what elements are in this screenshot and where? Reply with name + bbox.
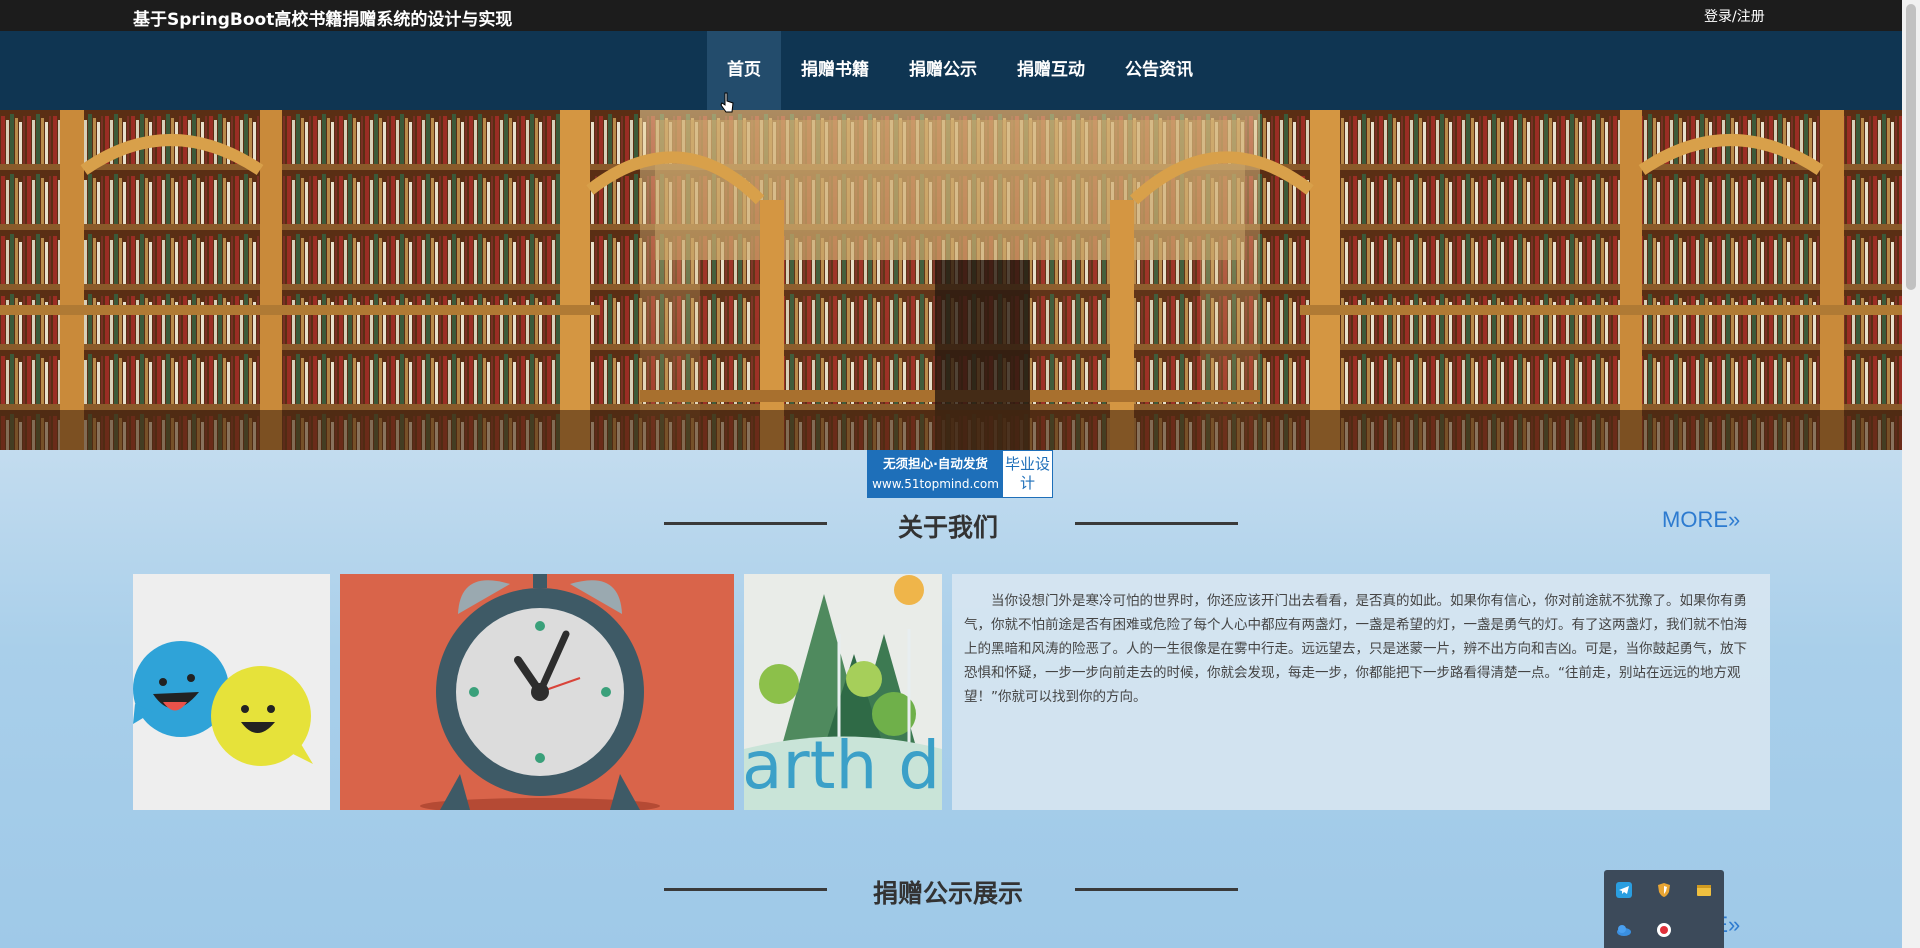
page-scrollbar[interactable]: [1902, 0, 1920, 948]
banner-carousel[interactable]: [0, 110, 1902, 450]
window-icon[interactable]: [1696, 882, 1712, 898]
watermark-line1: 无须担心·自动发货: [883, 456, 988, 471]
top-bar: 基于SpringBoot高校书籍捐赠系统的设计与实现 登录/注册: [0, 0, 1902, 31]
alarm-clock-illustration: [340, 574, 734, 810]
telegram-icon[interactable]: [1616, 882, 1632, 898]
login-register-link[interactable]: 登录/注册: [1704, 6, 1765, 26]
earth-day-text: arth da: [744, 727, 942, 804]
cloud-icon[interactable]: [1616, 922, 1632, 938]
about-description: 当你设想门外是寒冷可怕的世界时，你还应该开门出去看看，是否真的如此。如果你有信心…: [952, 574, 1770, 810]
system-tray-popup: [1604, 870, 1724, 948]
section-divider-left: [664, 522, 827, 525]
library-banner-image: [0, 110, 1902, 450]
watermark-badge: 无须担心·自动发货 www.51topmind.com 毕业设计: [867, 450, 1053, 498]
nav-item-announcements[interactable]: 公告资讯: [1105, 31, 1213, 110]
nav-item-donation-interaction[interactable]: 捐赠互动: [997, 31, 1105, 110]
nav-item-donation-publicity[interactable]: 捐赠公示: [889, 31, 997, 110]
watermark-url: www.51topmind.com: [872, 477, 999, 491]
about-title: 关于我们: [898, 513, 999, 542]
chat-bubbles-illustration: [133, 574, 330, 810]
main-nav: 首页 捐赠书籍 捐赠公示 捐赠互动 公告资讯: [0, 31, 1902, 110]
mouse-cursor-icon: [720, 92, 734, 113]
shield-icon[interactable]: [1656, 882, 1672, 898]
donation-title: 捐赠公示展示: [873, 879, 1024, 908]
section-divider-left: [664, 888, 827, 891]
earth-day-illustration: arth da: [744, 574, 942, 810]
nav-item-donate-books[interactable]: 捐赠书籍: [781, 31, 889, 110]
about-more-link[interactable]: MORE»: [1662, 507, 1740, 533]
section-divider-right: [1075, 522, 1238, 525]
scrollbar-thumb[interactable]: [1906, 4, 1916, 290]
record-icon[interactable]: [1656, 922, 1672, 938]
watermark-side: 毕业设计: [1004, 455, 1050, 492]
section-divider-right: [1075, 888, 1238, 891]
site-title: 基于SpringBoot高校书籍捐赠系统的设计与实现: [133, 10, 513, 30]
